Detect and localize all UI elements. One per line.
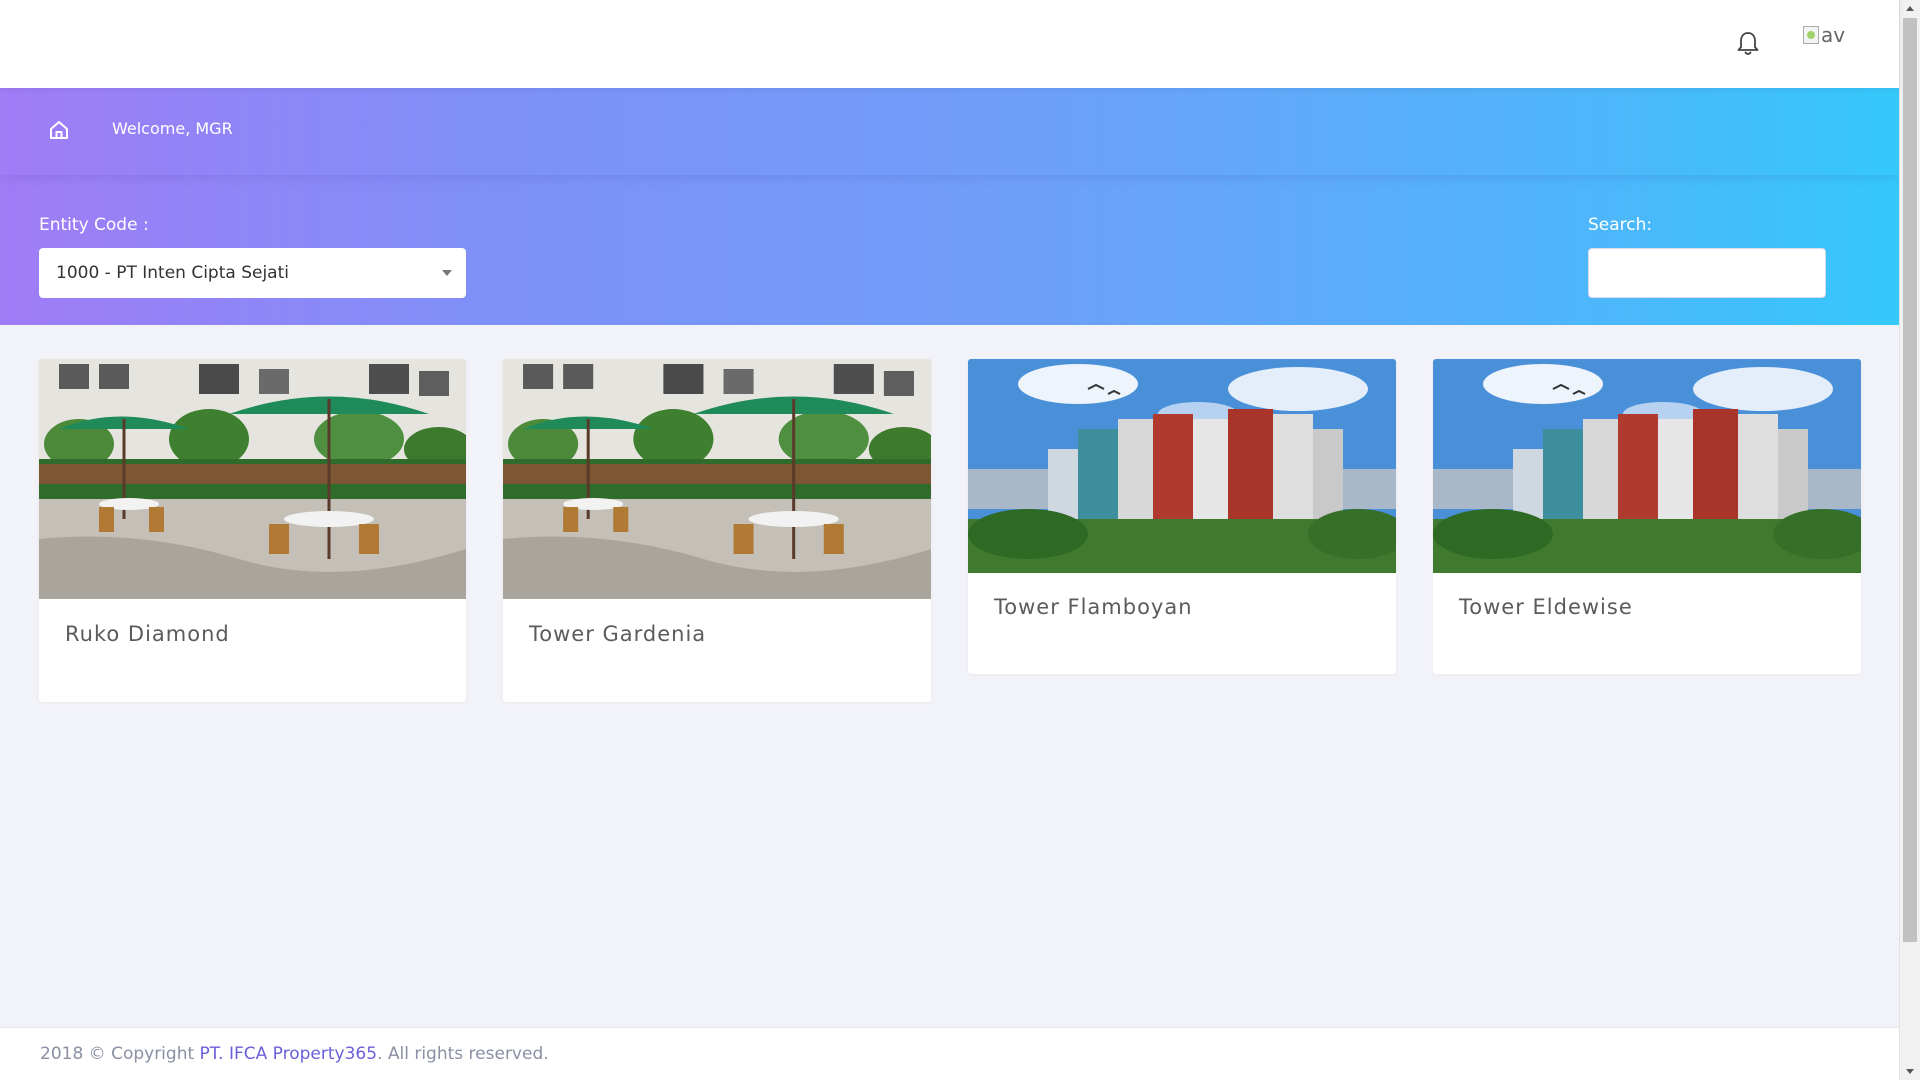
entity-code-select[interactable]: 1000 - PT Inten Cipta Sejati [39, 248, 466, 298]
search-input[interactable] [1588, 248, 1826, 298]
scroll-down-arrow-icon[interactable] [1906, 1069, 1914, 1074]
breadcrumb-bar: Welcome, MGR [0, 88, 1899, 175]
caret-down-icon [442, 270, 452, 276]
project-card-tower-gardenia[interactable]: Tower Gardenia [503, 359, 931, 702]
bell-icon[interactable] [1733, 28, 1763, 58]
scroll-up-arrow-icon[interactable] [1906, 6, 1914, 11]
project-card-tower-flamboyan[interactable]: Tower Flamboyan [968, 359, 1396, 674]
project-title: Ruko Diamond [65, 622, 230, 646]
project-card-tower-eldewise[interactable]: Tower Eldewise [1433, 359, 1861, 674]
patio-umbrellas-photo [39, 359, 466, 599]
patio-umbrellas-photo [503, 359, 931, 599]
vertical-scrollbar[interactable] [1899, 0, 1920, 1080]
project-title: Tower Gardenia [529, 622, 707, 646]
copyright-prefix: 2018 © Copyright [40, 1044, 200, 1064]
apartment-towers-photo [1433, 359, 1861, 573]
user-avatar[interactable]: av [1803, 20, 1889, 50]
home-icon[interactable] [47, 118, 71, 142]
entity-code-value: 1000 - PT Inten Cipta Sejati [56, 263, 289, 283]
avatar-alt-text: av [1821, 23, 1846, 47]
footer: 2018 © Copyright PT. IFCA Property365. A… [0, 1027, 1899, 1080]
top-navbar: av [0, 0, 1899, 88]
apartment-towers-photo [968, 359, 1396, 573]
hero-banner: Welcome, MGR Entity Code : 1000 - PT Int… [0, 88, 1899, 325]
broken-image-icon [1803, 26, 1819, 44]
scrollbar-thumb[interactable] [1903, 18, 1917, 942]
entity-code-label: Entity Code : [39, 215, 149, 235]
project-card-ruko-diamond[interactable]: Ruko Diamond [39, 359, 466, 702]
copyright-suffix: . All rights reserved. [377, 1044, 549, 1064]
welcome-text: Welcome, MGR [112, 119, 233, 138]
search-label: Search: [1588, 215, 1653, 235]
project-title: Tower Eldewise [1459, 595, 1633, 619]
project-title: Tower Flamboyan [994, 595, 1193, 619]
company-link[interactable]: PT. IFCA Property365 [200, 1044, 378, 1064]
